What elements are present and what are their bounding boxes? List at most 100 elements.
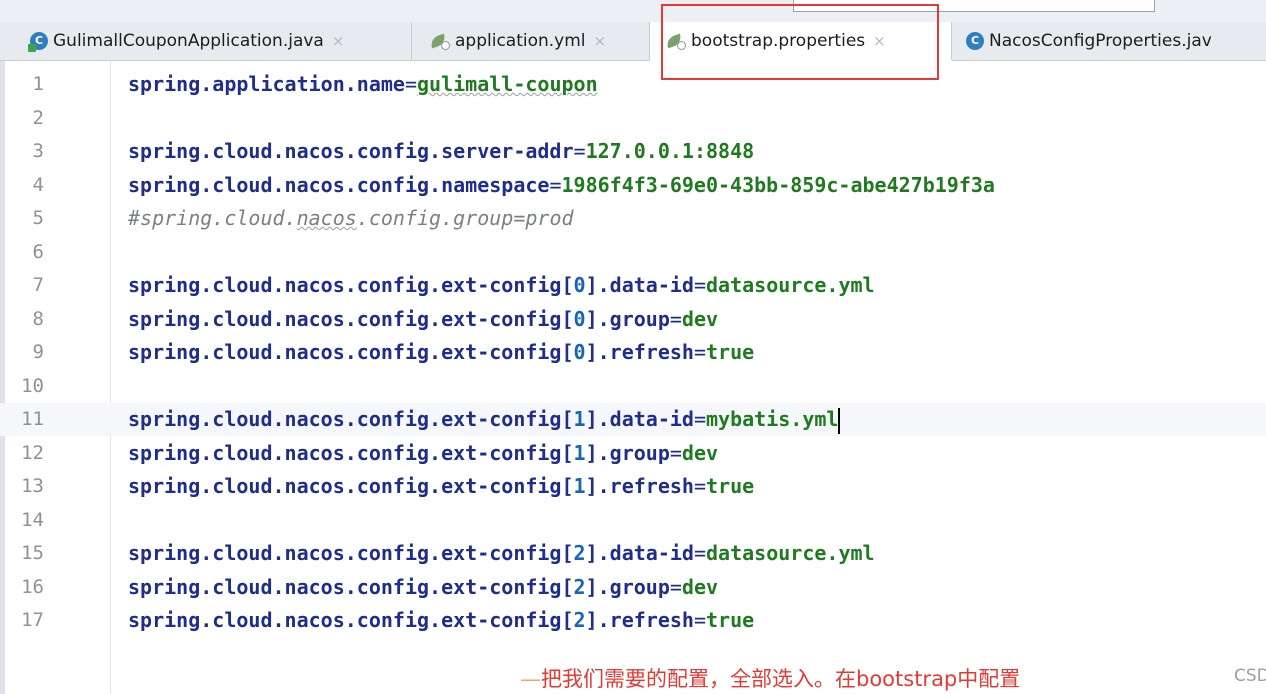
code-text: spring.cloud.nacos.config.ext-config[2].… — [128, 537, 875, 570]
property-key: spring.cloud.nacos.config.namespace — [128, 173, 550, 197]
property-key: spring.cloud.nacos.config.ext-config[ — [128, 273, 574, 297]
property-value: datasource.yml — [706, 273, 875, 297]
property-value: true — [706, 340, 755, 364]
line-number: 5 — [32, 207, 44, 229]
property-key: spring.cloud.nacos.config.ext-config[ — [128, 541, 574, 565]
property-key: ].data-id — [585, 407, 694, 431]
equals-sign: = — [693, 273, 706, 297]
property-key: spring.application.name — [128, 72, 405, 96]
code-line[interactable]: 14 — [0, 504, 1266, 537]
line-number: 10 — [21, 375, 44, 397]
code-line[interactable]: 9 spring.cloud.nacos.config.ext-config[0]… — [0, 336, 1266, 369]
line-number: 17 — [21, 609, 44, 631]
line-number: 15 — [21, 542, 44, 564]
tab-label: GulimallCouponApplication.java — [53, 31, 324, 51]
property-key: spring.cloud.nacos.config.ext-config[ — [128, 307, 574, 331]
code-line[interactable]: 11 spring.cloud.nacos.config.ext-config[1… — [0, 403, 1266, 436]
code-line[interactable]: 12 spring.cloud.nacos.config.ext-config[1… — [0, 437, 1266, 470]
top-toolbar-strip — [0, 0, 1266, 23]
line-number: 11 — [21, 408, 44, 430]
spring-config-icon — [428, 32, 450, 50]
property-value: 1986f4f3-69e0-43bb-859c-abe427b19f3a — [561, 173, 995, 197]
code-line[interactable]: 6 — [0, 236, 1266, 269]
text-cursor — [838, 407, 841, 434]
array-index: 1 — [573, 474, 586, 498]
array-index: 2 — [573, 608, 586, 632]
tab-application-yml[interactable]: application.yml × — [412, 22, 650, 60]
equals-sign: = — [693, 407, 706, 431]
property-value: dev — [681, 575, 719, 599]
watermark: CSD — [1234, 666, 1266, 686]
code-line[interactable]: 3 spring.cloud.nacos.config.server-addr=1… — [0, 135, 1266, 168]
code-text: spring.cloud.nacos.config.ext-config[1].… — [128, 437, 718, 470]
code-line[interactable]: 7 spring.cloud.nacos.config.ext-config[0]… — [0, 269, 1266, 302]
code-line[interactable]: 13 spring.cloud.nacos.config.ext-config[1… — [0, 470, 1266, 503]
equals-sign: = — [693, 474, 706, 498]
code-text: spring.cloud.nacos.config.ext-config[0].… — [128, 303, 718, 336]
comment-text: #spring.cloud.nacos.config.group=prod — [128, 206, 574, 230]
tab-label: application.yml — [455, 31, 586, 51]
line-number: 9 — [32, 341, 44, 363]
spellcheck-word: nacos — [296, 206, 357, 230]
line-number: 16 — [21, 576, 44, 598]
tab-nacos-config-properties[interactable]: C NacosConfigProperties.jav — [952, 22, 1266, 60]
property-key: spring.cloud.nacos.config.ext-config[ — [128, 407, 574, 431]
run-config-field[interactable] — [793, 0, 1155, 12]
property-value: mybatis.yml — [706, 407, 839, 431]
property-key: spring.cloud.nacos.config.ext-config[ — [128, 608, 574, 632]
array-index: 2 — [573, 575, 586, 599]
code-text: #spring.cloud.nacos.config.group=prod — [128, 202, 574, 235]
property-key: spring.cloud.nacos.config.ext-config[ — [128, 575, 574, 599]
close-icon[interactable]: × — [332, 32, 345, 50]
line-number: 1 — [32, 73, 44, 95]
code-text: spring.cloud.nacos.config.ext-config[1].… — [128, 403, 841, 436]
code-line[interactable]: 15 spring.cloud.nacos.config.ext-config[2… — [0, 537, 1266, 570]
code-line[interactable]: 1 spring.application.name=gulimall-coupon — [0, 68, 1266, 101]
code-line[interactable]: 17 spring.cloud.nacos.config.ext-config[2… — [0, 604, 1266, 637]
line-number: 4 — [32, 174, 44, 196]
code-editor[interactable]: 1 spring.application.name=gulimall-coupon… — [0, 61, 1266, 694]
code-line[interactable]: 2 — [0, 102, 1266, 135]
property-key: ].data-id — [585, 273, 694, 297]
property-key: spring.cloud.nacos.config.ext-config[ — [128, 474, 574, 498]
code-text: spring.cloud.nacos.config.ext-config[0].… — [128, 269, 875, 302]
code-text: spring.cloud.nacos.config.server-addr=12… — [128, 135, 754, 168]
code-text: spring.cloud.nacos.config.ext-config[1].… — [128, 470, 754, 503]
array-index: 2 — [573, 541, 586, 565]
code-text: spring.application.name=gulimall-coupon — [128, 68, 598, 101]
line-number: 3 — [32, 140, 44, 162]
equals-sign: = — [404, 72, 417, 96]
code-text: spring.cloud.nacos.config.namespace=1986… — [128, 169, 995, 202]
property-value: 127.0.0.1:8848 — [585, 139, 755, 163]
property-value: gulimall-coupon — [417, 72, 598, 96]
code-line[interactable]: 10 — [0, 370, 1266, 403]
editor-tab-bar: C GulimallCouponApplication.java × appli… — [0, 22, 1266, 61]
tab-gulimall-coupon-application[interactable]: C GulimallCouponApplication.java × — [0, 22, 412, 60]
property-key: ].group — [585, 575, 670, 599]
code-line[interactable]: 4 spring.cloud.nacos.config.namespace=198… — [0, 169, 1266, 202]
line-number: 14 — [21, 509, 44, 531]
array-index: 0 — [573, 273, 586, 297]
code-line[interactable]: 16 spring.cloud.nacos.config.ext-config[2… — [0, 571, 1266, 604]
array-index: 0 — [573, 340, 586, 364]
property-key: ].refresh — [585, 340, 694, 364]
array-index: 1 — [573, 407, 586, 431]
property-key: ].group — [585, 441, 670, 465]
java-class-icon: C — [28, 32, 48, 52]
property-key: spring.cloud.nacos.config.ext-config[ — [128, 340, 574, 364]
equals-sign: = — [693, 541, 706, 565]
line-number: 13 — [21, 475, 44, 497]
close-icon[interactable]: × — [873, 32, 886, 50]
tab-bootstrap-properties[interactable]: bootstrap.properties × — [650, 22, 952, 61]
code-line[interactable]: 8 spring.cloud.nacos.config.ext-config[0]… — [0, 303, 1266, 336]
annotation-note: —把我们需要的配置，全部选入。在bootstrap中配置 — [520, 667, 1021, 691]
close-icon[interactable]: × — [594, 32, 607, 50]
spring-config-icon — [664, 32, 686, 50]
code-line[interactable]: 5 #spring.cloud.nacos.config.group=prod — [0, 202, 1266, 235]
property-key: spring.cloud.nacos.config.ext-config[ — [128, 441, 574, 465]
property-value: dev — [681, 441, 719, 465]
equals-sign: = — [549, 173, 562, 197]
line-number: 6 — [32, 241, 44, 263]
tab-label: bootstrap.properties — [691, 30, 866, 51]
equals-sign: = — [693, 340, 706, 364]
